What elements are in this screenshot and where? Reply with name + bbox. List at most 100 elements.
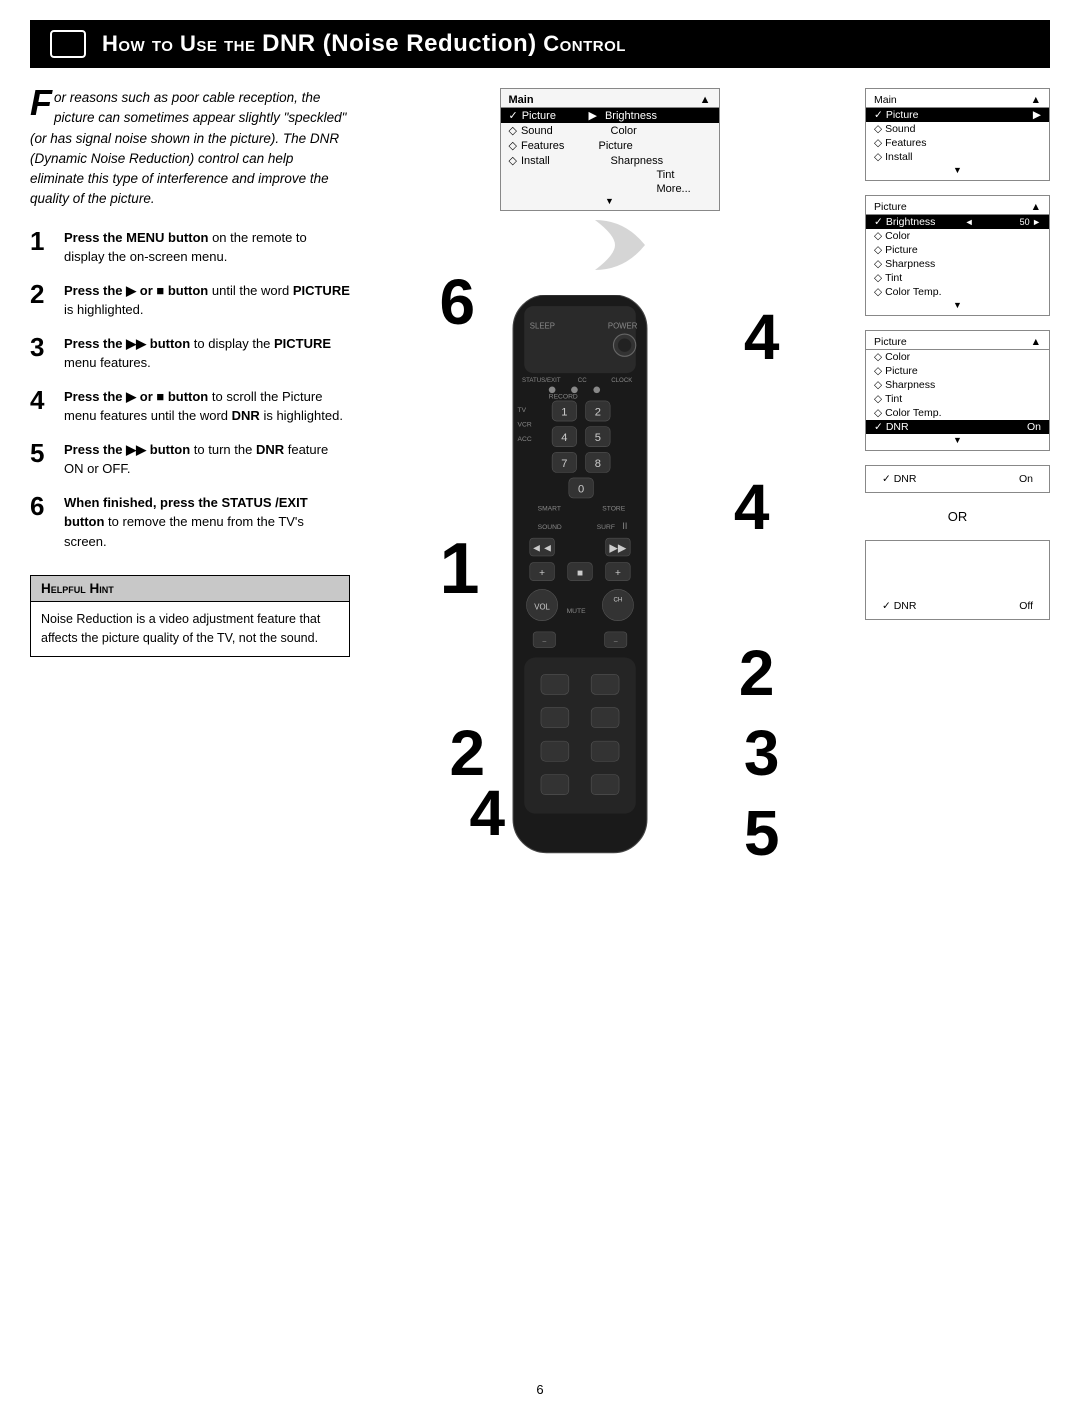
sb3-header: Picture▲	[866, 335, 1049, 350]
overlay-num-2-left: 2	[450, 721, 486, 785]
step-6-number: 6	[30, 493, 54, 552]
screen-box-3: Picture▲ ◇ Color ◇ Picture ◇ Sharpness ◇…	[865, 330, 1050, 451]
tv-icon	[50, 30, 86, 58]
step-1: 1 Press the MENU button on the remote to…	[30, 228, 350, 267]
svg-text:+: +	[614, 568, 620, 579]
step-3-number: 3	[30, 334, 54, 373]
sb1-row-picture: ✓ Picture ▶	[866, 108, 1049, 122]
menu-row-tint: Tint	[501, 168, 719, 182]
sb1-header: Main▲	[866, 93, 1049, 108]
step-5-text: Press the ▶▶ button to turn the DNR feat…	[64, 440, 350, 479]
overlay-num-4-mid: 4	[734, 475, 770, 539]
sb1-row-sound: ◇ Sound	[866, 122, 1049, 136]
hint-title: Helpful Hint	[31, 576, 349, 602]
svg-text:2: 2	[594, 406, 600, 418]
svg-text:1: 1	[561, 406, 567, 418]
sb2-row-sharpness: ◇ Sharpness	[866, 257, 1049, 271]
svg-text:STATUS/EXIT: STATUS/EXIT	[522, 377, 561, 384]
right-column: Main▲ ✓ Picture ▶ ◇ Sound ◇ Features ◇ I…	[865, 88, 1050, 620]
overlay-num-1: 1	[440, 533, 480, 605]
menu-row-more: More...	[501, 182, 719, 196]
step-5-number: 5	[30, 440, 54, 479]
intro-paragraph: For reasons such as poor cable reception…	[30, 88, 350, 210]
sb3-row-colortemp: ◇ Color Temp.	[866, 406, 1049, 420]
remote-area: 6 4 SLEEP POWER	[440, 265, 780, 885]
svg-text:CLOCK: CLOCK	[611, 377, 633, 384]
center-column: Main ▲ ✓Picture ▶ Brightness ◇Sound Colo…	[370, 88, 849, 885]
screen-box-2: Picture▲ ✓ Brightness ◄ 50 ► ◇ Color ◇ P…	[865, 195, 1050, 316]
remote-image: SLEEP POWER STATUS/EXIT CC CLOCK	[490, 295, 690, 878]
svg-text:8: 8	[594, 458, 600, 470]
svg-text:RECORD: RECORD	[548, 394, 577, 401]
dnr-on-label: ✓ DNR	[882, 473, 916, 485]
sb1-arrow-down: ▼	[866, 164, 1049, 176]
sb3-row-color: ◇ Color	[866, 350, 1049, 364]
svg-text:SURF: SURF	[596, 524, 614, 531]
menu-header: Main ▲	[501, 93, 719, 108]
svg-text:ACC: ACC	[517, 436, 531, 443]
menu-row-install: ◇Install Sharpness	[501, 153, 719, 168]
menu-arrow-down: ▼	[501, 196, 719, 206]
main-menu-diagram: Main ▲ ✓Picture ▶ Brightness ◇Sound Colo…	[500, 88, 720, 211]
step-4: 4 Press the ▶ or ■ button to scroll the …	[30, 387, 350, 426]
page-title: How to Use the DNR (Noise Reduction) Con…	[102, 30, 626, 58]
step-2-number: 2	[30, 281, 54, 320]
sb1-row-install: ◇ Install	[866, 150, 1049, 164]
dnr-off-row: ✓ DNR Off	[874, 599, 1041, 613]
step-6-text: When finished, press the STATUS /EXIT bu…	[64, 493, 350, 552]
step-2-text: Press the ▶ or ■ button until the word P…	[64, 281, 350, 320]
svg-text:◄◄: ◄◄	[531, 543, 553, 555]
dnr-off-label: ✓ DNR	[882, 600, 916, 612]
sb3-arrow-down: ▼	[866, 434, 1049, 446]
overlay-num-3: 3	[744, 721, 780, 785]
svg-text:5: 5	[594, 432, 600, 444]
step-3: 3 Press the ▶▶ button to display the PIC…	[30, 334, 350, 373]
dnr-on-row: ✓ DNR On	[874, 472, 1041, 486]
sb2-row-color: ◇ Color	[866, 229, 1049, 243]
svg-text:+: +	[539, 568, 545, 579]
sb2-header: Picture▲	[866, 200, 1049, 215]
svg-text:CH: CH	[613, 597, 622, 604]
svg-text:7: 7	[561, 458, 567, 470]
svg-text:TV: TV	[517, 407, 526, 414]
svg-text:MUTE: MUTE	[566, 608, 585, 615]
svg-text:VCR: VCR	[517, 422, 531, 429]
overlay-num-4-top: 4	[744, 305, 780, 369]
overlay-num-6: 6	[440, 270, 476, 334]
menu-row-sound: ◇Sound Color	[501, 123, 719, 138]
dnr-off-value: Off	[1019, 600, 1033, 612]
step-1-text: Press the MENU button on the remote to d…	[64, 228, 350, 267]
svg-text:−: −	[613, 637, 618, 646]
svg-text:▶▶: ▶▶	[609, 543, 627, 555]
page-number: 6	[0, 1372, 1080, 1397]
overlay-num-2-right: 2	[739, 641, 775, 705]
sb1-row-features: ◇ Features	[866, 136, 1049, 150]
steps-list: 1 Press the MENU button on the remote to…	[30, 228, 350, 552]
svg-text:CC: CC	[577, 377, 586, 384]
step-1-number: 1	[30, 228, 54, 267]
dnr-on-value: On	[1019, 473, 1033, 485]
step-4-number: 4	[30, 387, 54, 426]
screen-box-dnr-off: ✓ DNR Off	[865, 540, 1050, 620]
sb3-row-picture: ◇ Picture	[866, 364, 1049, 378]
screen-box-dnr-on: ✓ DNR On	[865, 465, 1050, 493]
step-3-text: Press the ▶▶ button to display the PICTU…	[64, 334, 350, 373]
step-2: 2 Press the ▶ or ■ button until the word…	[30, 281, 350, 320]
step-5: 5 Press the ▶▶ button to turn the DNR fe…	[30, 440, 350, 479]
sb2-arrow-down: ▼	[866, 299, 1049, 311]
page-header: How to Use the DNR (Noise Reduction) Con…	[30, 20, 1050, 68]
sb3-row-sharpness: ◇ Sharpness	[866, 378, 1049, 392]
svg-text:STORE: STORE	[602, 505, 625, 512]
overlay-num-4-bot: 4	[470, 781, 506, 845]
sb2-row-tint: ◇ Tint	[866, 271, 1049, 285]
svg-text:VOL: VOL	[534, 603, 550, 612]
sb3-row-tint: ◇ Tint	[866, 392, 1049, 406]
svg-text:−: −	[542, 637, 547, 646]
hint-box: Helpful Hint Noise Reduction is a video …	[30, 575, 350, 657]
sb2-row-picture: ◇ Picture	[866, 243, 1049, 257]
drop-cap: F	[30, 88, 52, 119]
step-6: 6 When finished, press the STATUS /EXIT …	[30, 493, 350, 552]
svg-text:SLEEP: SLEEP	[529, 321, 554, 330]
hint-body: Noise Reduction is a video adjustment fe…	[31, 602, 349, 656]
menu-row-picture: ✓Picture ▶ Brightness	[501, 108, 719, 123]
